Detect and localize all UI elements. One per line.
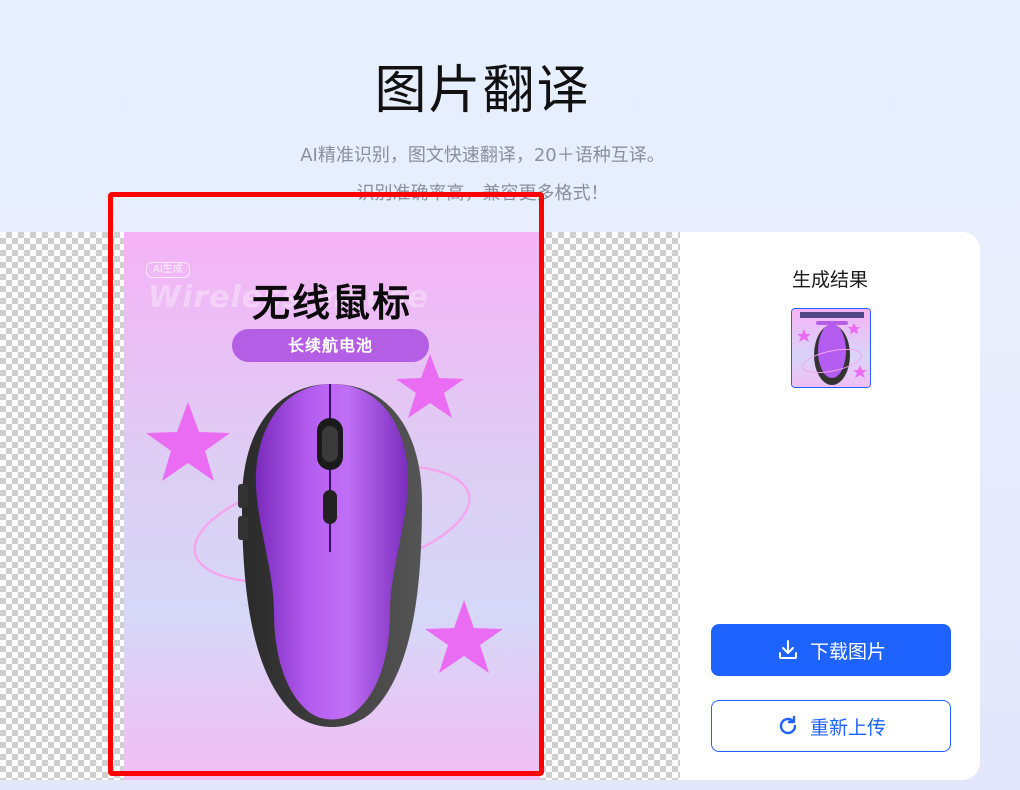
download-image-button[interactable]: 下载图片 <box>711 624 951 676</box>
reupload-button[interactable]: 重新上传 <box>711 700 951 752</box>
result-panel: 生成结果 下载图片 重新上传 <box>680 232 980 780</box>
page-title: 图片翻译 <box>374 61 591 121</box>
download-image-label: 下载图片 <box>809 640 886 663</box>
image-canvas: AI生成 Wireless mouse 无线鼠标 长续航电池 <box>0 232 680 780</box>
workspace: AI生成 Wireless mouse 无线鼠标 长续航电池 生成结果 下载图片… <box>0 232 980 780</box>
result-thumbnail[interactable] <box>791 308 871 388</box>
result-title: 生成结果 <box>791 269 868 291</box>
refresh-icon <box>779 715 797 735</box>
page-subtitle-line1: AI精准识别，图文快速翻译，20＋语种互译。 <box>300 145 665 166</box>
reupload-label: 重新上传 <box>809 716 886 739</box>
poster-headline: 无线鼠标 <box>251 281 412 325</box>
page-subtitle-line2: 识别准确率高，兼容更多格式！ <box>356 183 609 204</box>
source-image[interactable]: AI生成 Wireless mouse 无线鼠标 长续航电池 <box>124 232 540 780</box>
result-thumbnail-image <box>792 309 870 387</box>
download-icon <box>778 640 797 659</box>
poster-tagline: 长续航电池 <box>232 329 429 362</box>
